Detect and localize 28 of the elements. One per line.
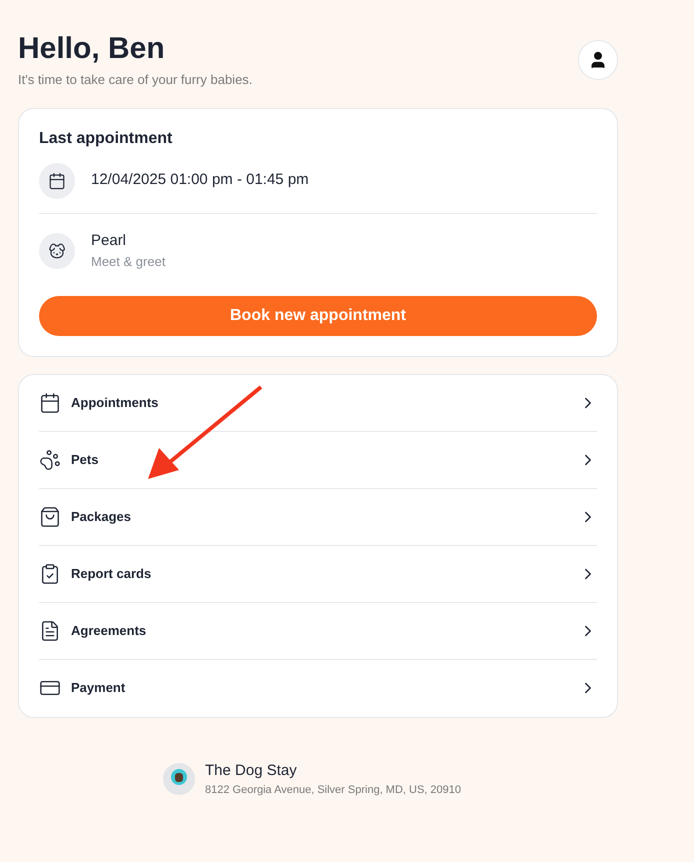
pet-name: Pearl (91, 230, 128, 250)
service-name: Meet & greet (91, 253, 166, 271)
menu-label: Appointments (71, 394, 158, 412)
business-name: The Dog Stay (205, 760, 298, 780)
bag-icon (39, 506, 61, 528)
menu-item[interactable]: Report cards (39, 546, 597, 602)
business-address: 8122 Georgia Avenue, Silver Spring, MD, US, 20910 (205, 783, 462, 798)
greeting-subtitle: It's time to take care of your furry babies. (18, 71, 252, 89)
menu-item[interactable]: Appointments (39, 374, 597, 432)
menu-item[interactable]: Payment (39, 660, 597, 716)
checklist-icon (39, 562, 61, 584)
menu-label: Payment (71, 679, 126, 698)
menu-item[interactable]: Agreements (39, 602, 597, 660)
menu-label: Agreements (71, 622, 146, 640)
business-logo (163, 763, 195, 795)
greeting-title: Hello, Ben (18, 31, 166, 67)
menu-label: Report cards (71, 564, 152, 583)
card-title: Last appointment (39, 128, 174, 148)
menu-label: Packages (71, 508, 131, 526)
menu-item[interactable]: Packages (39, 488, 597, 546)
paw-icon (39, 448, 61, 470)
appointment-datetime: 12/04/2025 01:00 pm - 01:45 pm (91, 170, 309, 190)
profile-button[interactable] (578, 40, 618, 80)
calendar-icon (39, 162, 75, 198)
calendar-icon (39, 392, 61, 414)
document-icon (39, 620, 61, 642)
menu-label: Pets (71, 450, 98, 469)
dog-icon (39, 232, 75, 268)
